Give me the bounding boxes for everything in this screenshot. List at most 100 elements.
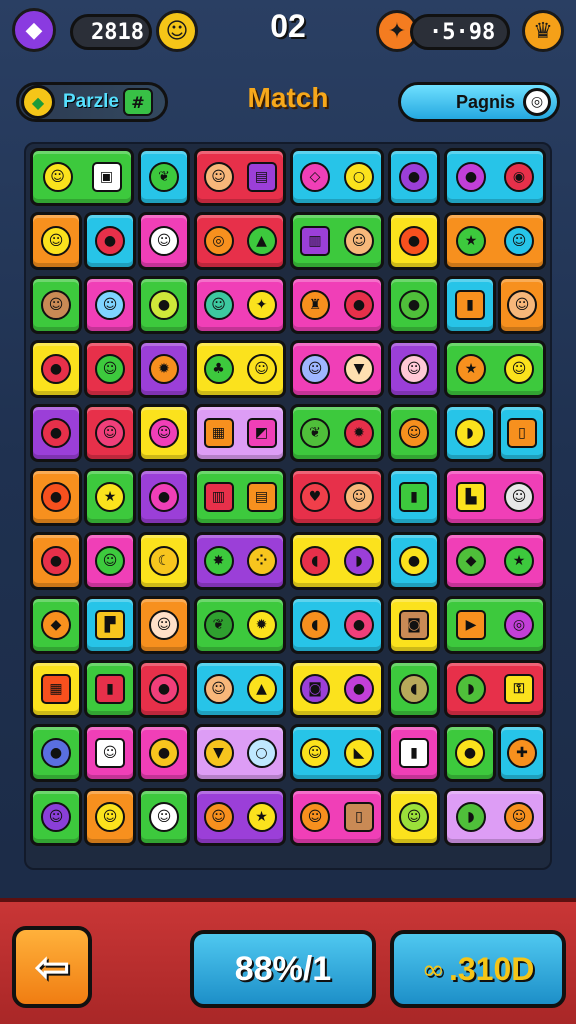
sun-icon: ✹ <box>149 354 179 384</box>
tile[interactable]: ◗ ⚿ <box>444 660 546 718</box>
balloon-icon: ○ <box>246 738 277 768</box>
tile[interactable]: ★ ☺ <box>444 212 546 270</box>
tile[interactable]: ▙ ☺ <box>444 468 546 526</box>
kite-icon: ◇ <box>300 162 330 192</box>
tile[interactable]: ▯ <box>498 404 546 462</box>
back-button[interactable]: ⇦ <box>12 926 92 1008</box>
tile[interactable]: ☺ <box>138 404 190 462</box>
tile[interactable]: ◖ ● <box>290 596 384 654</box>
score-display[interactable]: 88%/1 <box>190 930 376 1008</box>
tile[interactable]: ☺ <box>84 788 136 846</box>
bowl-icon: ◎ <box>203 226 234 256</box>
tile[interactable]: ◎ ▲ <box>194 212 286 270</box>
tile[interactable]: ◙ ● <box>290 660 384 718</box>
tile[interactable]: ☺ <box>138 596 190 654</box>
tile[interactable]: ★ <box>84 468 136 526</box>
tile[interactable]: ◆ ★ <box>444 532 546 590</box>
tile[interactable]: ● <box>388 212 440 270</box>
tile[interactable]: ☺ ▲ <box>194 660 286 718</box>
tile[interactable]: ▮ <box>444 276 496 334</box>
diamond-icon: ◆ <box>41 610 71 640</box>
tile[interactable]: ▮ <box>84 660 136 718</box>
tile[interactable]: ☺ ★ <box>194 788 286 846</box>
tile[interactable]: ❦ ✹ <box>290 404 384 462</box>
tile[interactable]: ☺ <box>84 276 136 334</box>
tile[interactable]: ✹ <box>138 340 190 398</box>
tile[interactable]: ☺ ✦ <box>194 276 286 334</box>
tile[interactable]: ☺ ▣ <box>30 148 134 206</box>
tile[interactable]: ▥ ▤ <box>194 468 286 526</box>
tile[interactable]: ● <box>388 532 440 590</box>
tile[interactable]: ◇ ○ <box>290 148 384 206</box>
crown-icon[interactable]: ♛ <box>522 10 564 52</box>
tile[interactable]: ▼ ○ <box>194 724 286 782</box>
tile[interactable]: ◖ ◗ <box>290 532 384 590</box>
tile[interactable]: ● <box>30 468 82 526</box>
tile[interactable]: ▮ <box>388 468 440 526</box>
tile[interactable]: ♜ ● <box>290 276 384 334</box>
tile[interactable]: ☺ <box>84 724 136 782</box>
tile[interactable]: ▮ <box>388 724 440 782</box>
face-icon: ☺ <box>504 482 534 512</box>
tile[interactable]: ☺ <box>84 532 136 590</box>
coins-label: .310D <box>448 950 535 987</box>
tile[interactable]: ● <box>84 212 136 270</box>
tile[interactable]: ▦ ◩ <box>194 404 286 462</box>
tile[interactable]: ● <box>138 468 190 526</box>
puzzle-mode-button[interactable]: ◆ Parzle # <box>16 82 168 122</box>
speech-icon: ◣ <box>344 738 374 768</box>
tile[interactable]: ☺ ◣ <box>290 724 384 782</box>
face-icon: ☺ <box>41 290 71 320</box>
tile[interactable]: ☺ <box>498 276 546 334</box>
tile[interactable]: ☺ <box>30 788 82 846</box>
pepper-icon: ◖ <box>300 546 330 576</box>
tile[interactable]: ☺ <box>138 212 190 270</box>
tile[interactable]: ▶ ◎ <box>444 596 546 654</box>
tile[interactable]: ◗ ☺ <box>444 788 546 846</box>
tile[interactable]: ● <box>138 276 190 334</box>
tile[interactable]: ● <box>30 724 82 782</box>
pagnis-button[interactable]: Pagnis ◎ <box>398 82 560 122</box>
tile[interactable]: ❦ <box>138 148 190 206</box>
tile[interactable]: ☺ <box>138 788 190 846</box>
tile[interactable]: ☺ <box>388 340 440 398</box>
tile[interactable]: ☺ <box>388 788 440 846</box>
tile[interactable]: ❦ ✹ <box>194 596 286 654</box>
tile[interactable]: ● ◉ <box>444 148 546 206</box>
tile[interactable]: ● <box>30 340 82 398</box>
tile[interactable]: ▦ <box>30 660 82 718</box>
tile[interactable]: ♥ ☺ <box>290 468 384 526</box>
blueberry-icon: ● <box>41 738 71 768</box>
face-icon: ☺ <box>300 354 330 384</box>
tile[interactable]: ♣ ☺ <box>194 340 286 398</box>
tile[interactable]: ● <box>138 660 190 718</box>
tile[interactable]: ▥ ☺ <box>290 212 384 270</box>
tile[interactable]: ● <box>30 404 82 462</box>
tile[interactable]: ☺ <box>388 404 440 462</box>
tile[interactable]: ◙ <box>388 596 440 654</box>
tile[interactable]: ☺ <box>84 404 136 462</box>
tile[interactable]: ◖ <box>388 660 440 718</box>
lollipop-icon: ● <box>399 546 429 576</box>
tile[interactable]: ● <box>30 532 82 590</box>
tile[interactable]: ✚ <box>498 724 546 782</box>
tile[interactable]: ◆ <box>30 596 82 654</box>
tile[interactable]: ☺ ▼ <box>290 340 384 398</box>
tile[interactable]: ● <box>388 148 440 206</box>
tile[interactable]: ✸ ⁘ <box>194 532 286 590</box>
tile[interactable]: ● <box>138 724 190 782</box>
tile[interactable]: ☺ ▤ <box>194 148 286 206</box>
tile[interactable]: ☺ <box>30 276 82 334</box>
tile[interactable]: ● <box>388 276 440 334</box>
tile[interactable]: ◗ <box>444 404 496 462</box>
tile[interactable]: ☺ <box>30 212 82 270</box>
tile[interactable]: ☾ <box>138 532 190 590</box>
coins-display[interactable]: ∞ .310D <box>390 930 566 1008</box>
tile[interactable]: ☺ <box>84 340 136 398</box>
tile[interactable]: ▛ <box>84 596 136 654</box>
tile[interactable]: ☺ ▯ <box>290 788 384 846</box>
coin-icon[interactable]: ☺ <box>156 10 198 52</box>
tile[interactable]: ● <box>444 724 496 782</box>
tile[interactable]: ★ ☺ <box>444 340 546 398</box>
blue-gem-icon[interactable]: ◆ <box>12 8 56 52</box>
